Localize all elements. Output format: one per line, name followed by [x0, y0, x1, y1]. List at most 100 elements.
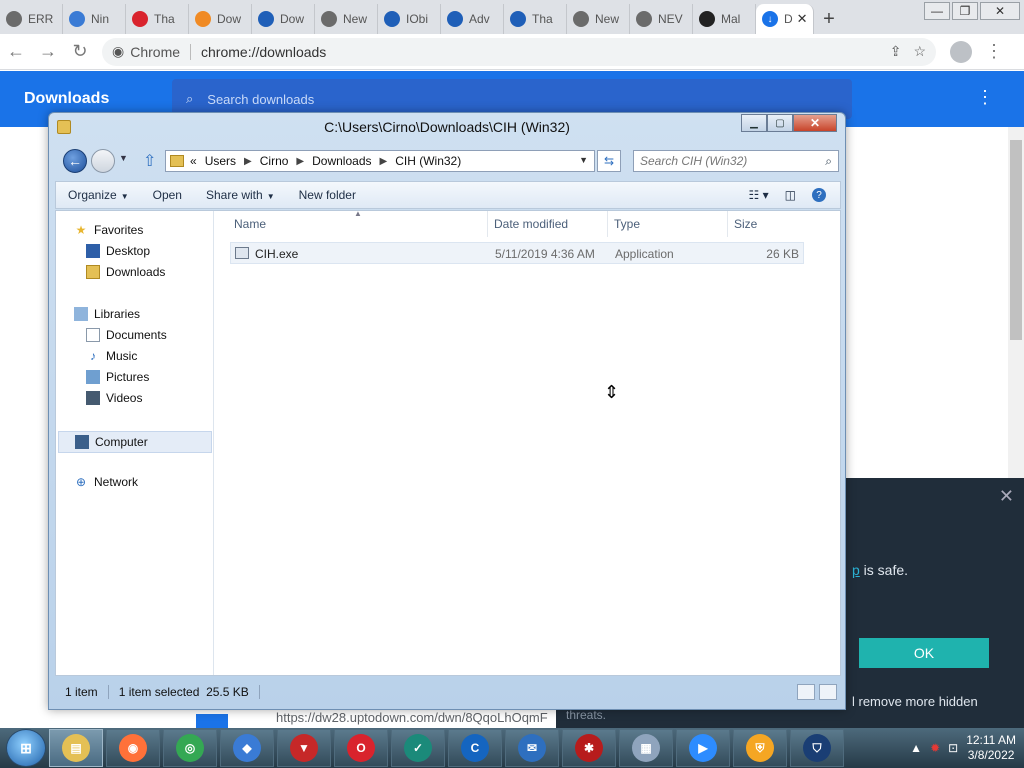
taskbar-app-explorer[interactable]: ▤ — [49, 729, 103, 767]
file-row[interactable]: CIH.exe 5/11/2019 4:36 AM Application 26… — [230, 242, 804, 264]
forward-button[interactable]: → — [32, 41, 64, 62]
site-chip[interactable]: ◉ Chrome — [112, 43, 180, 60]
breadcrumb-users[interactable]: Users — [205, 154, 236, 168]
browser-tab[interactable]: New — [315, 4, 378, 34]
open-button[interactable]: Open — [141, 188, 194, 202]
reload-button[interactable]: ↻ — [64, 41, 96, 62]
start-button[interactable]: ⊞ — [6, 729, 46, 767]
new-folder-button[interactable]: New folder — [287, 188, 368, 202]
nav-desktop[interactable]: Desktop — [86, 244, 150, 258]
taskbar-app-app5[interactable]: ▼ — [277, 729, 331, 767]
nav-videos[interactable]: Videos — [86, 391, 142, 405]
breadcrumb-overflow[interactable]: « — [190, 154, 197, 168]
taskbar-app-app14[interactable]: ⛉ — [790, 729, 844, 767]
explorer-back-button[interactable]: ← — [63, 149, 87, 173]
chevron-right-icon[interactable]: ▶ — [244, 156, 252, 167]
large-icons-view-icon[interactable] — [819, 684, 837, 700]
chevron-right-icon[interactable]: ▶ — [380, 156, 388, 167]
breadcrumb-downloads[interactable]: Downloads — [312, 154, 371, 168]
network-tray-icon[interactable]: ⊡ — [948, 741, 958, 755]
column-header-name[interactable]: ▲ Name — [228, 209, 488, 237]
taskbar-app-zoom[interactable]: ▶ — [676, 729, 730, 767]
taskbar-app-app13[interactable]: ⛨ — [733, 729, 787, 767]
browser-tab[interactable]: New — [567, 4, 630, 34]
taskbar-app-app4[interactable]: ◆ — [220, 729, 274, 767]
up-arrow-icon[interactable]: ⇧ — [143, 151, 156, 171]
taskbar-app-ccleaner[interactable]: C — [448, 729, 502, 767]
breadcrumb-cih[interactable]: CIH (Win32) — [395, 154, 461, 168]
omnibox[interactable]: ◉ Chrome chrome://downloads ⇪ ☆ — [102, 37, 936, 66]
nav-favorites[interactable]: ★ Favorites — [74, 223, 144, 237]
nav-network[interactable]: ⊕ Network — [74, 475, 138, 489]
nav-computer[interactable]: Computer — [58, 431, 212, 453]
nav-documents[interactable]: Documents — [86, 328, 167, 342]
popup-close-icon[interactable]: ✕ — [999, 486, 1014, 507]
active-tab[interactable]: ↓ D ✕ — [756, 4, 814, 34]
taskbar-app-chrome[interactable]: ◎ — [163, 729, 217, 767]
close-window-button[interactable]: ✕ — [980, 2, 1020, 20]
profile-avatar[interactable] — [950, 40, 972, 63]
browser-tab[interactable]: Dow — [189, 4, 252, 34]
change-view-icon[interactable]: ☷ ▾ — [749, 188, 769, 202]
help-icon[interactable]: ? — [812, 188, 826, 202]
security-tray-icon[interactable]: ✹ — [930, 741, 940, 755]
nav-downloads[interactable]: Downloads — [86, 265, 165, 279]
share-icon[interactable]: ⇪ — [890, 43, 902, 60]
explorer-search-input[interactable]: Search CIH (Win32) ⌕ — [633, 150, 839, 172]
back-button[interactable]: ← — [0, 41, 32, 62]
browser-tab[interactable]: IObi — [378, 4, 441, 34]
preview-pane-icon[interactable]: ◫ — [785, 188, 796, 202]
download-url[interactable]: https://dw28.uptodown.com/dwn/8QqoLhOqmF — [276, 710, 548, 725]
address-bar[interactable]: « Users ▶ Cirno ▶ Downloads ▶ CIH (Win32… — [165, 150, 595, 172]
url-text[interactable]: chrome://downloads — [201, 44, 326, 60]
chevron-right-icon[interactable]: ▶ — [296, 156, 304, 167]
taskbar-app-app7[interactable]: ✓ — [391, 729, 445, 767]
browser-tab[interactable]: Dow — [252, 4, 315, 34]
share-with-menu[interactable]: Share with ▼ — [194, 188, 287, 202]
column-header-date[interactable]: Date modified — [488, 211, 608, 237]
taskbar-app-firefox[interactable]: ◉ — [106, 729, 160, 767]
clock[interactable]: 12:11 AM 3/8/2022 — [966, 733, 1016, 763]
bookmark-star-icon[interactable]: ☆ — [913, 43, 926, 60]
browser-tab[interactable]: NEV — [630, 4, 693, 34]
chrome-menu-icon[interactable]: ⋮ — [978, 41, 1010, 62]
popup-ok-button[interactable]: OK — [859, 638, 989, 668]
maximize-button[interactable]: ❐ — [952, 2, 978, 20]
breadcrumb-cirno[interactable]: Cirno — [260, 154, 289, 168]
explorer-close-button[interactable]: ✕ — [793, 114, 837, 132]
details-view-icon[interactable] — [797, 684, 815, 700]
address-history-dropdown-icon[interactable]: ▼ — [579, 155, 588, 165]
new-tab-button[interactable]: + — [814, 4, 844, 34]
organize-menu[interactable]: Organize ▼ — [56, 188, 141, 202]
taskbar-app-app11[interactable]: ▦ — [619, 729, 673, 767]
column-header-type[interactable]: Type — [608, 211, 728, 237]
file-list: ▲ Name Date modified Type Size CIH.exe 5… — [216, 209, 840, 675]
downloads-menu-icon[interactable]: ⋮ — [976, 87, 994, 108]
explorer-maximize-button[interactable]: ▢ — [767, 114, 793, 132]
explorer-minimize-button[interactable]: ▁ — [741, 114, 767, 132]
popup-link[interactable]: p — [852, 562, 860, 578]
browser-tab[interactable]: Mal — [693, 4, 756, 34]
browser-tab[interactable]: Nin — [63, 4, 126, 34]
scrollbar-thumb[interactable] — [1010, 140, 1022, 340]
nav-pictures[interactable]: Pictures — [86, 370, 149, 384]
close-tab-icon[interactable]: ✕ — [797, 11, 808, 27]
item-count: 1 item — [55, 685, 109, 699]
taskbar-app-opera[interactable]: O — [334, 729, 388, 767]
column-header-size[interactable]: Size — [728, 211, 808, 237]
nav-music[interactable]: ♪ Music — [86, 349, 137, 363]
system-tray: ▲ ✹ ⊡ 12:11 AM 3/8/2022 — [910, 733, 1024, 763]
taskbar-app-app10[interactable]: ✱ — [562, 729, 616, 767]
browser-tab[interactable]: Tha — [504, 4, 567, 34]
explorer-titlebar[interactable]: C:\Users\Cirno\Downloads\CIH (Win32) ▁ ▢… — [49, 113, 845, 141]
show-hidden-icons-icon[interactable]: ▲ — [910, 741, 922, 755]
recent-pages-dropdown-icon[interactable]: ▼ — [119, 153, 128, 163]
taskbar-app-app9[interactable]: ✉ — [505, 729, 559, 767]
browser-tab[interactable]: Adv — [441, 4, 504, 34]
browser-tab[interactable]: ERR — [0, 4, 63, 34]
refresh-icon[interactable]: ⇆ — [597, 150, 621, 172]
explorer-forward-button[interactable] — [91, 149, 115, 173]
browser-tab[interactable]: Tha — [126, 4, 189, 34]
minimize-button[interactable]: — — [924, 2, 950, 20]
nav-libraries[interactable]: Libraries — [74, 307, 140, 321]
